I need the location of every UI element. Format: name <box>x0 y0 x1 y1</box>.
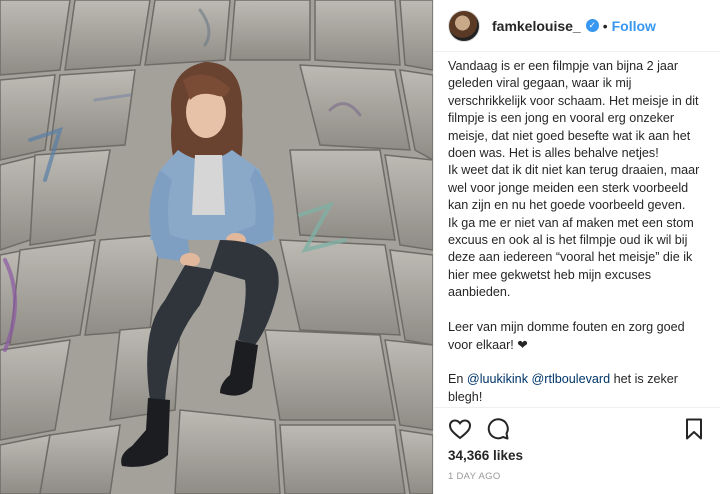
post-actions: 34,366 likes 1 DAY AGO <box>434 407 720 482</box>
photo-illustration <box>0 0 433 494</box>
timestamp[interactable]: 1 DAY AGO <box>448 471 706 482</box>
post-header: famkelouise_ ✓ • Follow <box>434 0 720 52</box>
separator-dot: • <box>602 17 608 34</box>
mention-link-rtlboulevard[interactable]: @rtlboulevard <box>532 372 611 386</box>
caption-text: Vandaag is er een filmpje van bijna 2 ja… <box>448 59 700 352</box>
heart-icon[interactable] <box>448 417 472 441</box>
follow-button[interactable]: Follow <box>612 18 656 34</box>
post-photo[interactable] <box>0 0 433 494</box>
action-icons-row <box>448 412 706 446</box>
instagram-post: famkelouise_ ✓ • Follow Vandaag is er ee… <box>0 0 720 494</box>
comment-icon[interactable] <box>486 417 510 441</box>
username[interactable]: famkelouise_ <box>492 18 581 34</box>
likes-count[interactable]: 34,366 likes <box>448 448 706 463</box>
avatar[interactable] <box>448 9 480 42</box>
verified-badge-icon: ✓ <box>585 19 599 32</box>
post-sidebar: famkelouise_ ✓ • Follow Vandaag is er ee… <box>433 0 720 494</box>
mention-link-luukikink[interactable]: @luukikink <box>467 372 528 386</box>
mention-intro: En <box>448 372 467 387</box>
post-caption: Vandaag is er een filmpje van bijna 2 ja… <box>434 52 720 406</box>
bookmark-icon[interactable] <box>682 417 706 441</box>
